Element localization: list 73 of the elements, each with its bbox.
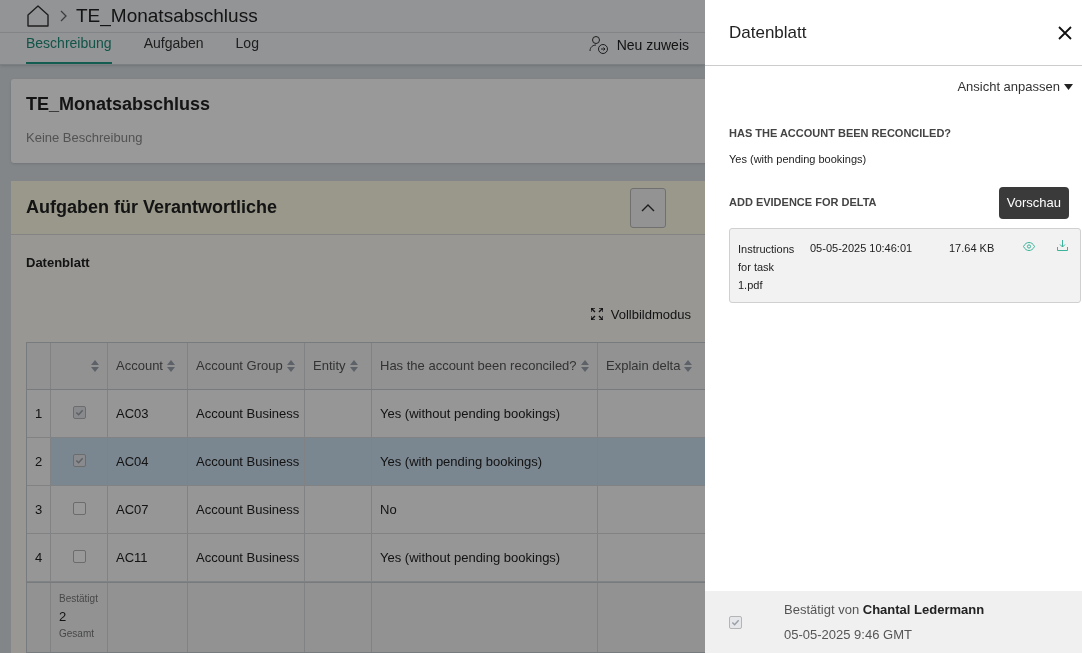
sort-icon[interactable]	[684, 360, 693, 372]
column-header[interactable]: Has the account been reconciled?	[372, 343, 598, 389]
section-title: Aufgaben für Verantwortliche	[26, 196, 278, 219]
column-header[interactable]: Entity	[305, 343, 372, 389]
chevron-right-icon	[58, 9, 68, 22]
sort-icon[interactable]	[286, 360, 295, 372]
close-icon	[1058, 25, 1072, 40]
table-row[interactable]: 4 AC11 Account Business Yes (without pending bookings)	[27, 534, 705, 582]
checkbox[interactable]	[729, 615, 742, 629]
sort-icon[interactable]	[91, 360, 99, 372]
subsection-title: Datenblatt	[26, 254, 91, 272]
check-icon	[74, 408, 84, 417]
footer-label: Bestätigt	[59, 593, 99, 606]
file-name[interactable]: Instructions for task 1.pdf	[738, 240, 800, 294]
field-value: Yes (with pending bookings)	[729, 152, 868, 167]
table-cell-text: AC04	[116, 452, 149, 471]
file-date: 05-05-2025 10:46:01	[810, 241, 914, 256]
table-cell-text: AC07	[116, 500, 149, 519]
sort-icon[interactable]	[167, 360, 175, 372]
table-row[interactable]: 3 AC07 Account Business No	[27, 486, 705, 534]
table-row[interactable]: 1 AC03 Account Business Yes (without pending bookings)	[27, 390, 705, 438]
chevron-up-icon	[641, 202, 655, 213]
fullscreen-button[interactable]: Vollbildmodus	[590, 304, 691, 324]
page-title: TE_Monatsabschluss	[76, 3, 258, 29]
reassign-button[interactable]: Neu zuweis	[588, 34, 689, 56]
view-dropdown[interactable]: Ansicht anpassen	[957, 77, 1073, 97]
row-number: 2	[34, 452, 43, 471]
row-number: 3	[34, 500, 43, 519]
table-cell-text: Account Business	[196, 500, 300, 519]
eye-icon[interactable]	[1023, 242, 1035, 251]
sort-icon[interactable]	[580, 360, 589, 372]
row-number: 4	[34, 548, 43, 567]
footer-value: 2	[59, 608, 68, 625]
sort-icon[interactable]	[349, 360, 358, 372]
close-button[interactable]	[1058, 25, 1072, 40]
checkbox[interactable]	[72, 550, 86, 563]
panel-title: Datenblatt	[729, 21, 807, 44]
tab[interactable]: Log	[235, 32, 259, 64]
table-cell-text: Account Business	[196, 452, 300, 471]
collapse-button[interactable]	[630, 187, 666, 228]
table-cell-text: AC11	[116, 548, 148, 567]
field-label: ADD EVIDENCE FOR DELTA	[729, 194, 877, 210]
column-header[interactable]: Account	[108, 343, 188, 389]
download-icon[interactable]	[1057, 240, 1068, 251]
row-number: 1	[34, 404, 43, 423]
checkbox[interactable]	[72, 406, 86, 419]
footer-label: Gesamt	[59, 627, 95, 641]
checkbox[interactable]	[72, 502, 86, 515]
confirmation-text: Bestätigt von Chantal Ledermann	[784, 601, 985, 619]
tab[interactable]: Aufgaben	[143, 32, 204, 64]
home-icon[interactable]	[26, 3, 50, 28]
description-text: Keine Beschreibung	[26, 128, 144, 147]
table-cell-text: AC03	[116, 404, 149, 423]
table-cell-text: Yes (with pending bookings)	[380, 452, 543, 471]
check-icon	[74, 456, 84, 465]
table-cell-text: Yes (without pending bookings)	[380, 548, 561, 567]
caret-icon	[1064, 83, 1073, 90]
card-title: TE_Monatsabschluss	[26, 92, 212, 116]
table-cell-text: Yes (without pending bookings)	[380, 404, 561, 423]
table-cell-text: No	[380, 500, 397, 519]
confirmation-time: 05-05-2025 9:46 GMT	[784, 625, 913, 644]
checkbox[interactable]	[72, 454, 86, 467]
table-cell-text: Account Business	[196, 404, 300, 423]
column-header[interactable]: Account Group	[188, 343, 305, 389]
user-arrow-icon	[588, 35, 609, 55]
table-cell-text: Account Business	[196, 548, 300, 567]
expand-icon	[590, 308, 603, 321]
tooltip: Vorschau	[998, 187, 1069, 219]
file-size: 17.64 KB	[949, 241, 995, 256]
field-label: HAS THE ACCOUNT BEEN RECONCILED?	[729, 125, 953, 141]
modal-overlay[interactable]	[0, 0, 705, 653]
table-row[interactable]: 2 AC04 Account Business Yes (with pending bookings)	[27, 438, 705, 486]
check-icon	[731, 617, 740, 627]
